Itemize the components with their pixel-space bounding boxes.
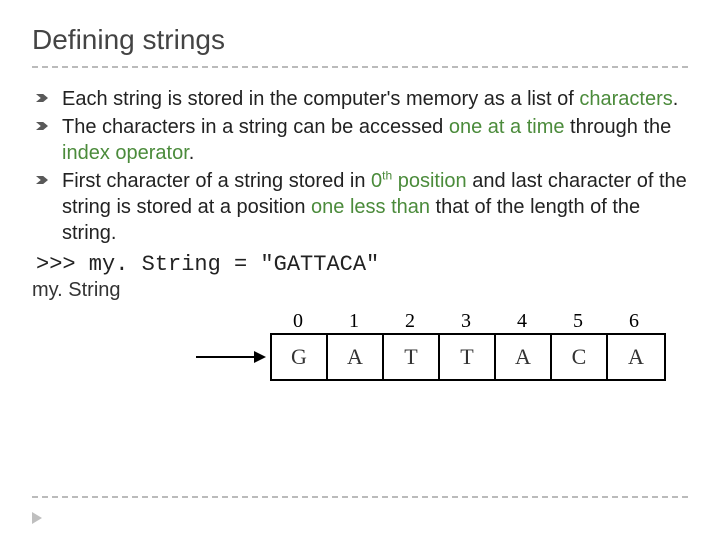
char-cell: T [384, 335, 440, 379]
text: . [673, 88, 679, 110]
bullet-item: The characters in a string can be access… [32, 114, 688, 166]
text: . [189, 142, 195, 164]
index-cell: 1 [326, 310, 382, 333]
text: Each string is stored in the computer's … [62, 88, 579, 110]
index-cell: 6 [606, 310, 662, 333]
text: through the [565, 116, 672, 138]
highlight: one less than [311, 196, 430, 218]
code-line: >>> my. String = "GATTACA" [36, 252, 688, 277]
char-row: G A T T A C A [270, 333, 666, 381]
char-cell: G [272, 335, 328, 379]
highlight-sup: th [382, 168, 392, 182]
highlight: 0 [371, 170, 382, 192]
highlight: characters [579, 88, 672, 110]
highlight: index operator [62, 142, 189, 164]
highlight: one at a time [449, 116, 565, 138]
arrow-icon [192, 335, 270, 379]
text: The characters in a string can be access… [62, 116, 449, 138]
char-cell: A [328, 335, 384, 379]
text: First character of a string stored in [62, 170, 371, 192]
char-cell: C [552, 335, 608, 379]
index-cell: 0 [270, 310, 326, 333]
char-cell: A [496, 335, 552, 379]
bullet-item: First character of a string stored in 0t… [32, 168, 688, 246]
index-cell: 2 [382, 310, 438, 333]
string-index-diagram: 0 1 2 3 4 5 6 G A T T A C A [192, 310, 688, 381]
char-cell: T [440, 335, 496, 379]
char-cell: A [608, 335, 664, 379]
footer-divider [32, 496, 688, 510]
variable-label: my. String [32, 279, 688, 302]
bullet-item: Each string is stored in the computer's … [32, 86, 688, 112]
index-cell: 5 [550, 310, 606, 333]
index-cell: 3 [438, 310, 494, 333]
bullet-list: Each string is stored in the computer's … [32, 86, 688, 246]
index-cell: 4 [494, 310, 550, 333]
footer-arrow-icon [32, 512, 42, 524]
slide-title: Defining strings [32, 24, 688, 68]
highlight: position [398, 170, 467, 192]
index-row: 0 1 2 3 4 5 6 [270, 310, 688, 333]
